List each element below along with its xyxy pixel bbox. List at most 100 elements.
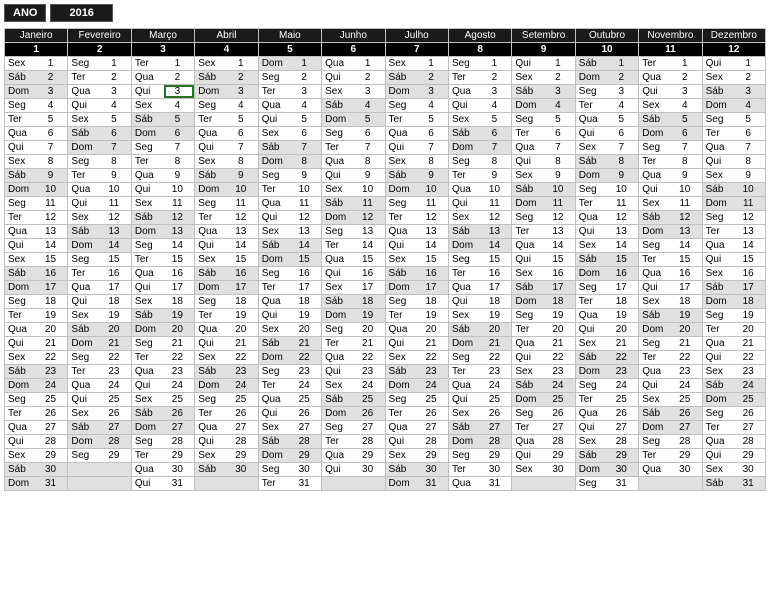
day-cell[interactable]: Ter20 [512,323,574,336]
day-cell[interactable]: Sáb10 [703,183,765,196]
day-cell[interactable]: Ter8 [132,155,194,168]
day-cell[interactable]: Sex28 [576,435,638,448]
day-cell[interactable]: Sáb17 [512,281,574,294]
day-cell[interactable]: Sáb27 [68,421,130,434]
day-cell[interactable]: Qui2 [322,71,384,84]
day-cell[interactable]: Sex15 [386,253,448,266]
day-cell[interactable]: Dom9 [576,169,638,182]
day-cell[interactable]: Sex9 [512,169,574,182]
day-cell[interactable]: Seg14 [639,239,701,252]
day-cell[interactable]: Sáb2 [386,71,448,84]
day-cell[interactable]: Qui28 [5,435,67,448]
day-cell[interactable]: Qui25 [68,393,130,406]
day-cell[interactable]: Qui14 [5,239,67,252]
day-cell[interactable]: Dom3 [5,85,67,98]
day-cell[interactable]: Sex25 [132,393,194,406]
day-cell[interactable]: Dom14 [68,239,130,252]
day-cell[interactable]: Qua14 [512,239,574,252]
day-cell[interactable]: Sáb4 [322,99,384,112]
day-cell[interactable]: Seg2 [259,71,321,84]
day-cell[interactable]: Sáb17 [703,281,765,294]
day-cell[interactable]: Ter6 [703,127,765,140]
day-cell[interactable]: Ter9 [449,169,511,182]
day-cell[interactable]: Sex24 [322,379,384,392]
day-cell[interactable]: Sáb5 [132,113,194,126]
day-cell[interactable]: Dom28 [449,435,511,448]
day-cell[interactable]: Sáb24 [512,379,574,392]
day-cell[interactable]: Seg18 [195,295,257,308]
day-cell[interactable]: Seg8 [68,155,130,168]
day-cell[interactable]: Qui25 [449,393,511,406]
day-cell[interactable]: Qua24 [449,379,511,392]
day-cell[interactable]: Sáb19 [639,309,701,322]
day-cell[interactable]: Qua2 [639,71,701,84]
day-cell[interactable]: Qui14 [195,239,257,252]
day-cell[interactable]: Qua30 [639,463,701,476]
day-cell[interactable]: Sex2 [703,71,765,84]
day-cell[interactable]: Sáb13 [68,225,130,238]
day-cell[interactable]: Seg19 [512,309,574,322]
day-cell[interactable]: Qua12 [576,211,638,224]
day-cell[interactable]: Sex10 [322,183,384,196]
day-cell[interactable]: Qua11 [259,197,321,210]
day-cell[interactable]: Sáb2 [5,71,67,84]
day-cell[interactable]: Qui23 [322,365,384,378]
day-cell[interactable]: Ter17 [259,281,321,294]
day-cell[interactable]: Qua13 [386,225,448,238]
day-cell[interactable]: Qui11 [449,197,511,210]
day-cell[interactable]: Ter6 [512,127,574,140]
day-cell[interactable]: Qui8 [512,155,574,168]
day-cell[interactable]: Ter15 [132,253,194,266]
day-cell[interactable]: Dom22 [259,351,321,364]
day-cell[interactable]: Dom17 [5,281,67,294]
day-cell[interactable]: Dom18 [703,295,765,308]
day-cell[interactable]: Sáb20 [449,323,511,336]
day-cell[interactable]: Sáb20 [68,323,130,336]
day-cell[interactable]: Qua25 [259,393,321,406]
day-cell[interactable]: Sáb14 [259,239,321,252]
day-cell[interactable]: Seg10 [576,183,638,196]
day-cell[interactable]: Ter15 [639,253,701,266]
day-cell[interactable]: Seg1 [68,57,130,70]
day-cell[interactable]: Seg11 [5,197,67,210]
day-cell[interactable]: Qua18 [259,295,321,308]
day-cell[interactable]: Sex4 [639,99,701,112]
day-cell[interactable]: Qua6 [195,127,257,140]
day-cell[interactable]: Ter8 [639,155,701,168]
day-cell[interactable]: Qua3 [68,85,130,98]
day-cell[interactable]: Dom21 [68,337,130,350]
day-cell[interactable]: Qui30 [322,463,384,476]
day-cell[interactable]: Qui28 [386,435,448,448]
day-cell[interactable]: Qui17 [132,281,194,294]
day-cell[interactable]: Qua10 [449,183,511,196]
day-cell[interactable]: Dom25 [512,393,574,406]
day-cell[interactable]: Dom1 [259,57,321,70]
day-cell[interactable]: Sex8 [386,155,448,168]
day-cell[interactable]: Qua10 [68,183,130,196]
day-cell[interactable]: Sáb1 [576,57,638,70]
day-cell[interactable]: Qui22 [703,351,765,364]
day-cell[interactable]: Seg25 [5,393,67,406]
day-cell[interactable]: Dom4 [703,99,765,112]
day-cell[interactable]: Ter30 [449,463,511,476]
day-cell[interactable]: Seg8 [449,155,511,168]
day-cell[interactable]: Qua16 [639,267,701,280]
day-cell[interactable]: Ter13 [512,225,574,238]
day-cell[interactable]: Sáb15 [576,253,638,266]
day-cell[interactable]: Dom3 [386,85,448,98]
day-cell[interactable]: Ter5 [195,113,257,126]
day-cell[interactable]: Qua8 [322,155,384,168]
day-cell[interactable]: Seg28 [639,435,701,448]
day-cell[interactable]: Qui10 [132,183,194,196]
day-cell[interactable]: Qua20 [195,323,257,336]
day-cell[interactable]: Sex16 [703,267,765,280]
day-cell[interactable]: Sex15 [195,253,257,266]
day-cell[interactable]: Sáb26 [132,407,194,420]
day-cell[interactable]: Sáb29 [576,449,638,462]
day-cell[interactable]: Qui27 [576,421,638,434]
day-cell[interactable]: Dom2 [576,71,638,84]
day-cell[interactable]: Seg12 [703,211,765,224]
day-cell[interactable]: Sáb7 [259,141,321,154]
day-cell[interactable]: Dom11 [703,197,765,210]
day-cell[interactable]: Dom31 [386,477,448,490]
